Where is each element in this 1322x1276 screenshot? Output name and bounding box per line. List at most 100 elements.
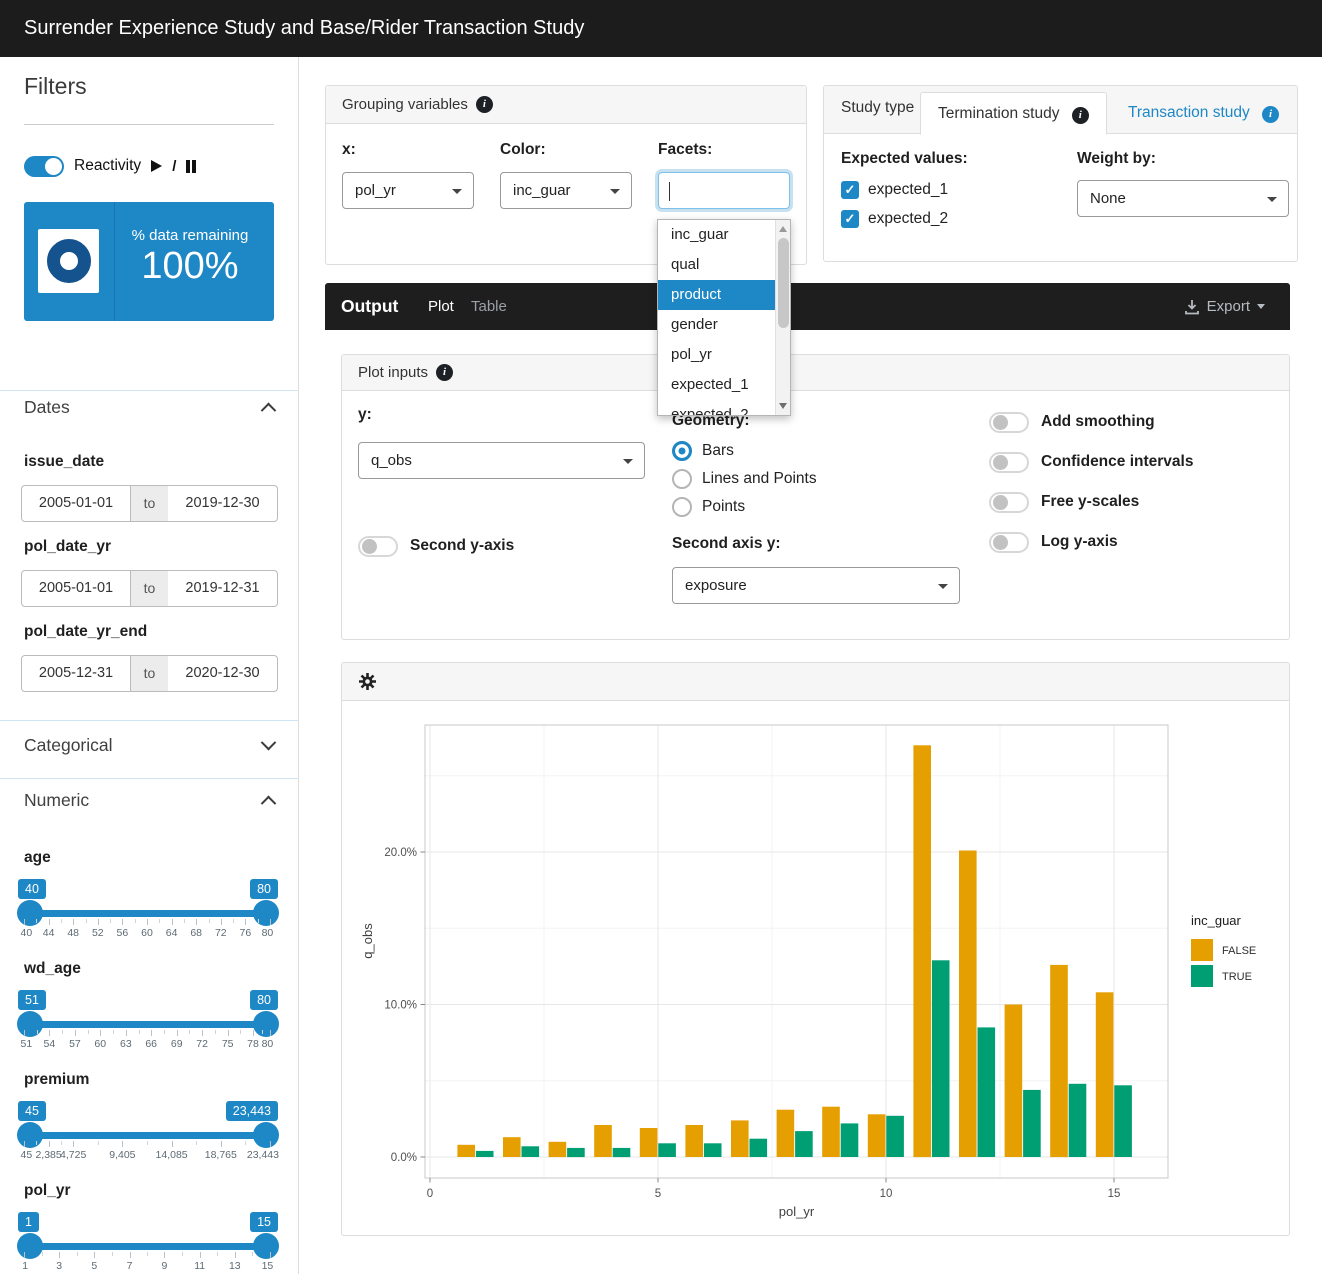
weight-by-value: None [1090,190,1126,207]
bar [978,1027,996,1157]
second-y-axis-toggle-row[interactable]: Second y-axis [358,535,514,557]
facet-option-product[interactable]: product [658,280,775,310]
y-select[interactable]: q_obs [358,442,645,479]
toggle-row-free-y-scales[interactable]: Free y-scales [989,491,1193,513]
export-button[interactable]: Export [1184,283,1265,330]
facet-option-pol-yr[interactable]: pol_yr [658,340,775,370]
date-from-input[interactable]: 2005-01-01 [21,570,131,607]
toggle-row-add-smoothing[interactable]: Add smoothing [989,411,1193,433]
gear-icon[interactable] [358,672,377,691]
plot-inputs-header: Plot inputs i [342,355,1289,391]
study-type-label: Study type [841,99,914,117]
color-select[interactable]: inc_guar [500,172,632,209]
slider-track[interactable] [24,910,270,917]
tab-table[interactable]: Table [471,283,507,330]
info-icon[interactable]: i [1262,106,1279,123]
slider-handle-from[interactable] [17,1122,43,1148]
toggle-add-smoothing[interactable] [989,412,1029,433]
app: { "header": { "title": "Surrender Experi… [0,0,1322,1274]
slider-tick-minor [61,919,62,923]
slider-tick [49,1030,50,1036]
scrollbar-thumb[interactable] [778,238,789,328]
age-slider[interactable]: 40 80 4044485256606468727680 [24,879,270,943]
checkbox-checked-icon[interactable]: ✓ [841,181,859,199]
record-circle-icon [38,229,99,293]
page-title: Surrender Experience Study and Base/Ride… [24,0,584,57]
checkbox-row-expected-2[interactable]: ✓expected_2 [841,209,948,228]
section-numeric[interactable]: Numeric [24,790,274,811]
wd-age-slider[interactable]: 51 80 5154576063666972757880 [24,990,270,1054]
slider-handle-from[interactable] [17,1011,43,1037]
pol-date-yr-end-label: pol_date_yr_end [24,623,147,641]
slider-tick-label: 15 [262,1260,274,1272]
expected-values-label: Expected values: [841,150,968,168]
geometry-radio-bars[interactable]: Bars [672,440,817,462]
radio-icon[interactable] [672,497,692,517]
bar [1005,1005,1023,1158]
pol-yr-slider[interactable]: 1 15 13579111315 [24,1212,270,1276]
date-to-input[interactable]: 2020-12-30 [168,655,278,692]
facet-option-gender[interactable]: gender [658,310,775,340]
date-to-input[interactable]: 2019-12-31 [168,570,278,607]
toggle-log-y-axis[interactable] [989,532,1029,553]
facet-option-qual[interactable]: qual [658,250,775,280]
date-from-input[interactable]: 2005-12-31 [21,655,131,692]
slider-handle-to[interactable] [253,1122,279,1148]
study-tabbar: Study type Termination study i Transacti… [824,86,1297,134]
reactivity-control[interactable]: Reactivity / [24,155,196,177]
tab-termination-study[interactable]: Termination study i [920,92,1107,135]
facet-option-inc-guar[interactable]: inc_guar [658,220,775,250]
info-icon[interactable]: i [476,96,493,113]
slider-tick-label: 51 [20,1038,32,1050]
slider-tick-label: 54 [43,1038,55,1050]
slider-tick-label: 5 [91,1260,97,1272]
date-from-input[interactable]: 2005-01-01 [21,485,131,522]
slider-track[interactable] [24,1243,270,1250]
info-icon[interactable]: i [1072,107,1089,124]
slider-tick [221,1141,222,1147]
facet-option-expected-2[interactable]: expected_2 [658,400,775,416]
second-y-axis-toggle[interactable] [358,536,398,557]
second-axis-y-select[interactable]: exposure [672,567,960,604]
toggle-confidence-intervals[interactable] [989,452,1029,473]
geometry-radio-points[interactable]: Points [672,496,817,518]
checkbox-row-expected-1[interactable]: ✓expected_1 [841,180,948,199]
slider-handle-to[interactable] [253,1011,279,1037]
tab-transaction-study[interactable]: Transaction study i [1128,92,1279,134]
scroll-down-icon[interactable] [779,403,787,409]
bar [795,1131,813,1157]
date-to-input[interactable]: 2019-12-30 [168,485,278,522]
slider-handle-from[interactable] [17,900,43,926]
x-select[interactable]: pol_yr [342,172,474,209]
radio-icon[interactable] [672,441,692,461]
premium-slider[interactable]: 45 23,443 452,3854,7259,40514,08518,7652… [24,1101,270,1165]
checkbox-checked-icon[interactable]: ✓ [841,210,859,228]
scroll-up-icon[interactable] [779,226,787,232]
legend-swatch [1191,965,1213,987]
radio-icon[interactable] [672,469,692,489]
dropdown-scrollbar[interactable] [775,220,790,415]
facets-input[interactable] [658,172,790,209]
slider-tick-minor [112,1252,113,1256]
section-categorical-label: Categorical [24,735,113,756]
info-icon[interactable]: i [436,364,453,381]
app-header: Surrender Experience Study and Base/Ride… [0,0,1322,57]
slider-handle-to[interactable] [253,1233,279,1259]
slider-track[interactable] [24,1132,270,1139]
reactivity-toggle[interactable] [24,156,64,177]
geometry-radio-lines-and-points[interactable]: Lines and Points [672,468,817,490]
date-to-label: to [131,485,168,522]
tab-plot[interactable]: Plot [428,283,454,330]
toggle-row-confidence-intervals[interactable]: Confidence intervals [989,451,1193,473]
section-dates[interactable]: Dates [24,397,274,418]
weight-by-select[interactable]: None [1077,180,1289,217]
bar [594,1125,612,1157]
toggle-free-y-scales[interactable] [989,492,1029,513]
toggle-row-log-y-axis[interactable]: Log y-axis [989,531,1193,553]
facet-option-expected-1[interactable]: expected_1 [658,370,775,400]
section-categorical[interactable]: Categorical [24,735,274,756]
slider-handle-from[interactable] [17,1233,43,1259]
slider-track[interactable] [24,1021,270,1028]
toggle-knob [993,535,1008,550]
toggle-label: Add smoothing [1041,413,1155,431]
